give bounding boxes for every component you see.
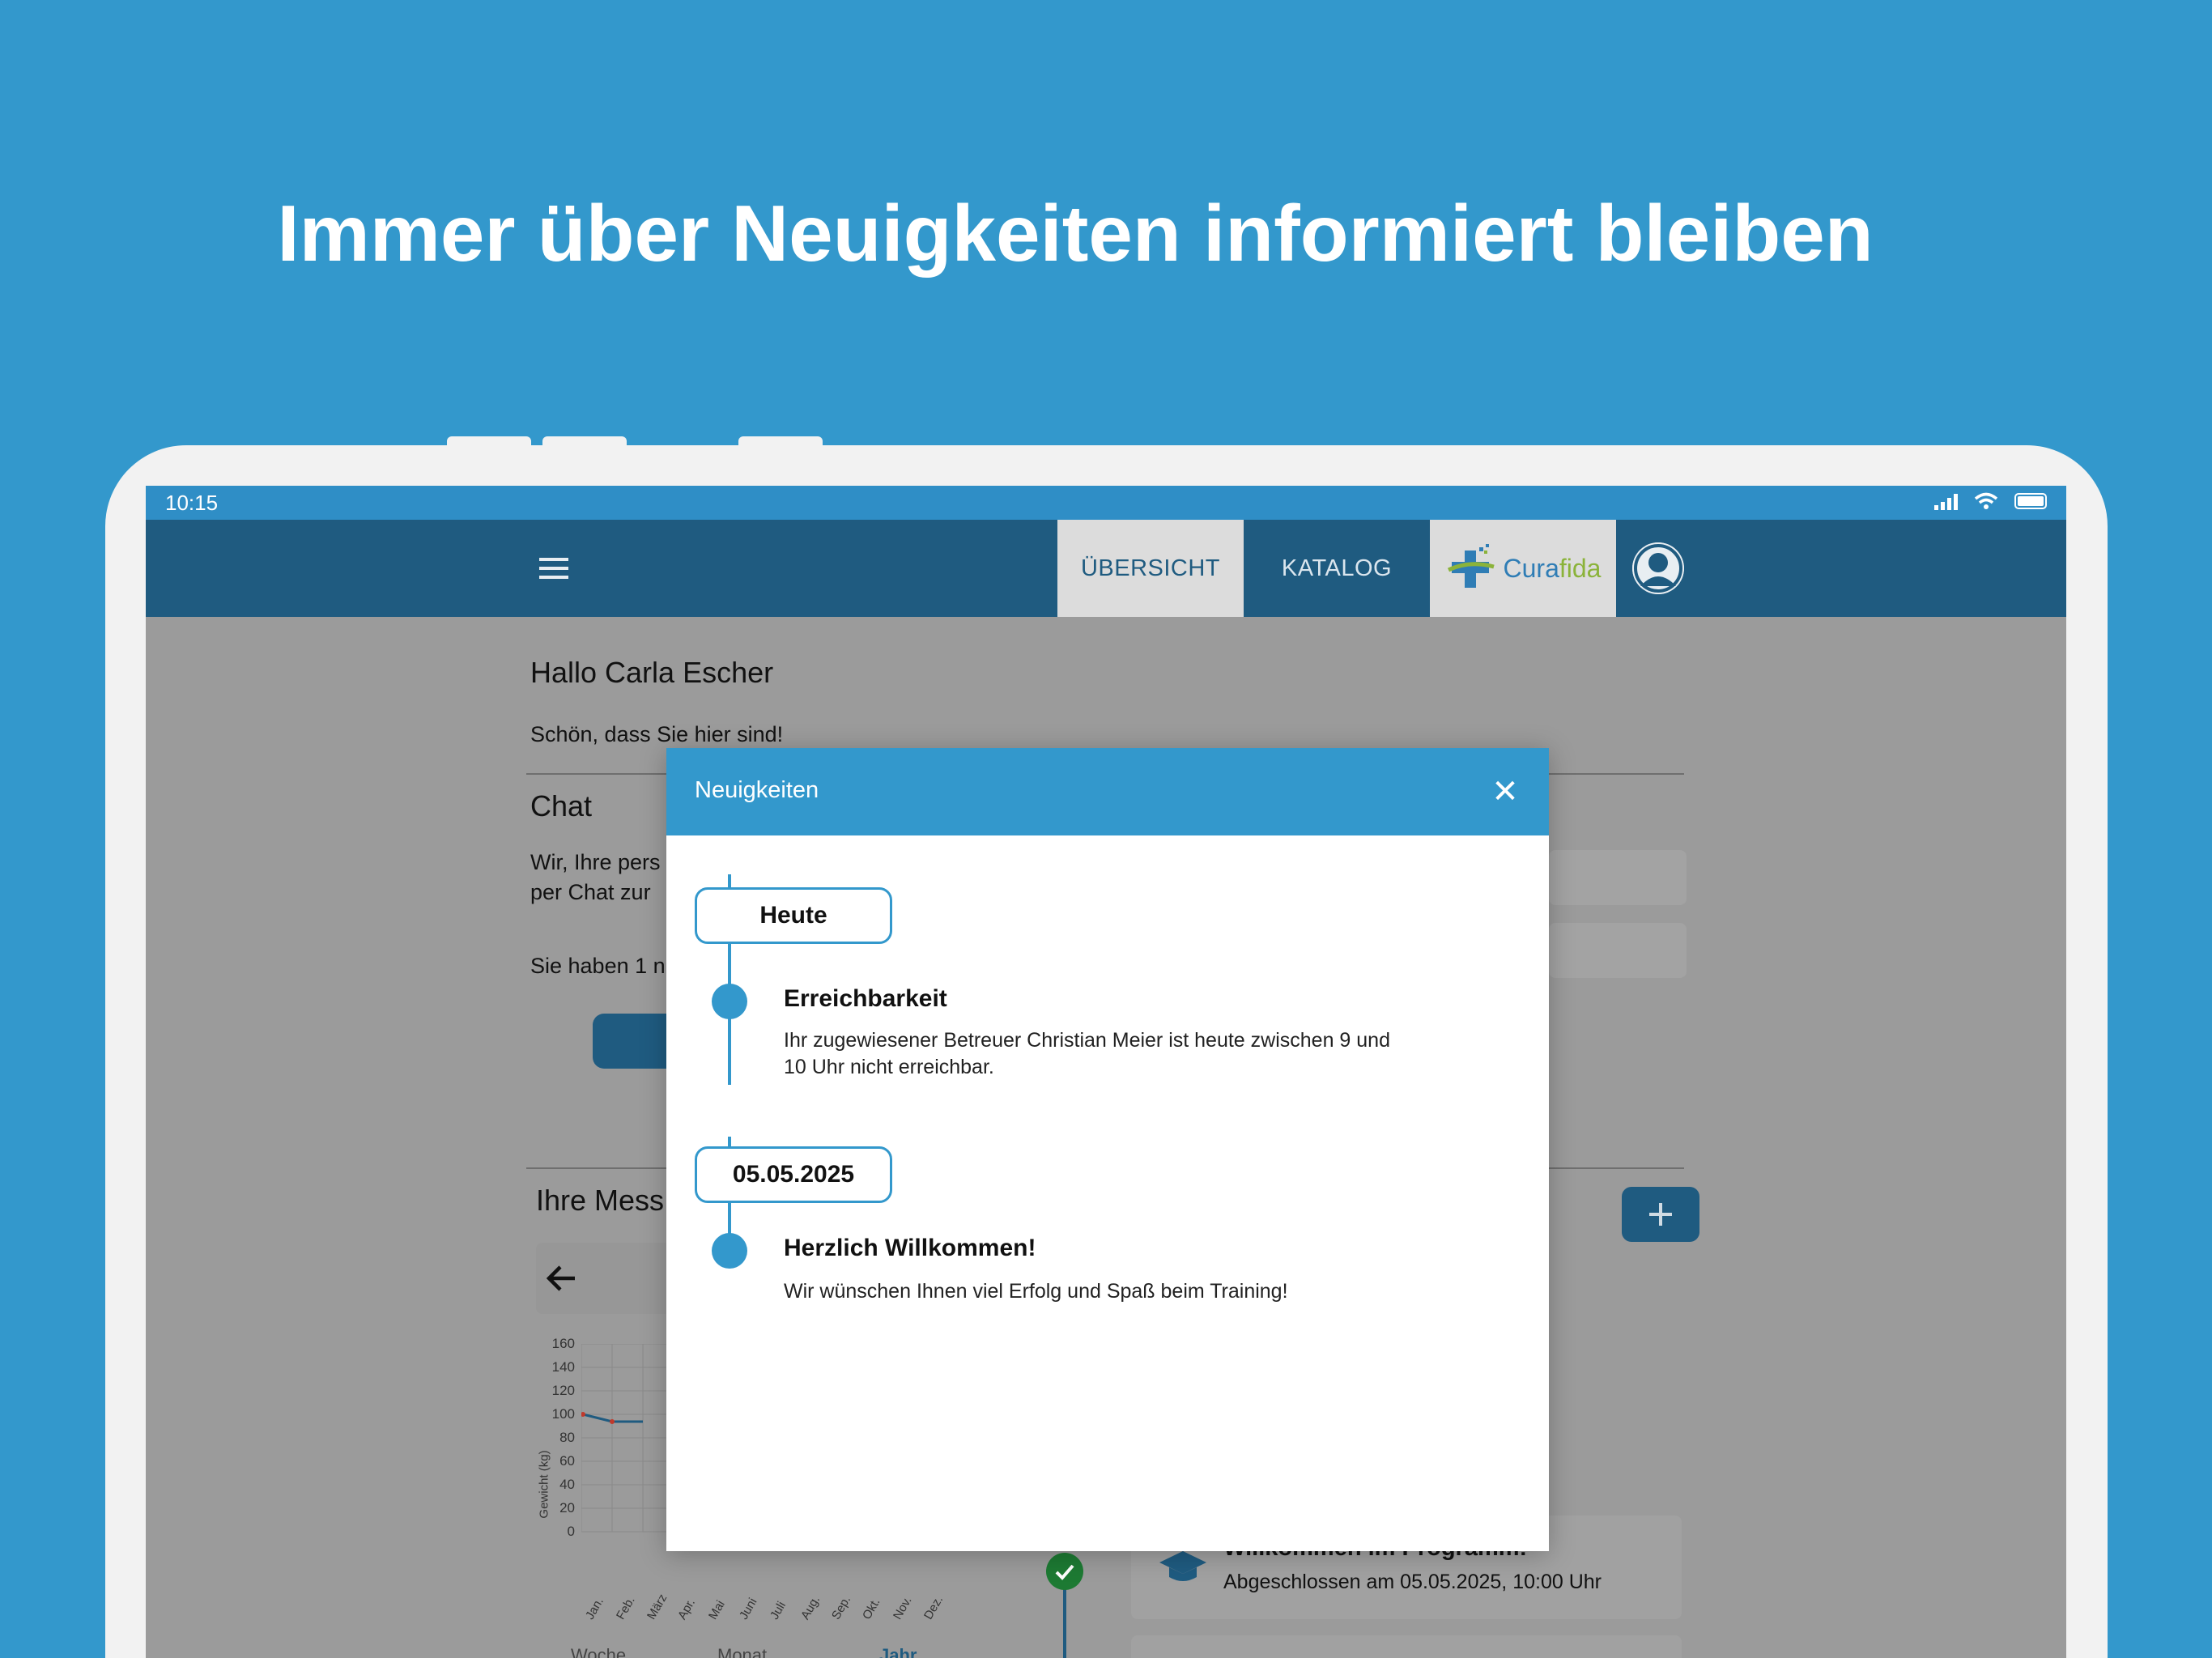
status-time: 10:15 <box>165 491 219 515</box>
progress-timeline-line <box>1063 1587 1066 1658</box>
x-tick-label: Nov. <box>891 1594 915 1622</box>
y-tick-label: 100 <box>551 1406 575 1422</box>
y-tick-label: 40 <box>559 1477 575 1492</box>
chat-message-card <box>1549 850 1687 905</box>
news-entry-text: Ihr zugewiesener Betreuer Christian Meie… <box>784 1029 1390 1052</box>
milestone-subtitle: Abgeschlossen am 05.05.2025, 10:00 Uhr <box>1223 1571 1602 1593</box>
x-tick-label: Juli <box>768 1599 789 1622</box>
period-tab-year[interactable]: Jahr <box>879 1645 917 1658</box>
timeline-dot <box>712 1233 747 1269</box>
y-tick-label: 140 <box>551 1359 575 1375</box>
x-tick-label: Dez. <box>921 1593 946 1622</box>
user-avatar-icon[interactable] <box>1632 542 1684 594</box>
close-icon[interactable]: ✕ <box>1486 772 1525 811</box>
x-tick-label: Feb. <box>614 1594 638 1622</box>
tab-catalog[interactable]: KATALOG <box>1244 520 1430 617</box>
news-entry-text: 10 Uhr nicht erreichbar. <box>784 1056 994 1078</box>
brand-logo[interactable]: Curafida <box>1430 520 1616 617</box>
greeting-subtitle: Schön, dass Sie hier sind! <box>530 722 784 746</box>
timeline-dot <box>712 984 747 1019</box>
dialog-title: Neuigkeiten <box>695 777 819 803</box>
milestone-card[interactable] <box>1131 1635 1682 1658</box>
period-tab-month[interactable]: Monat <box>717 1645 767 1658</box>
x-tick-label: März <box>644 1592 670 1622</box>
x-tick-label: Sep. <box>829 1593 854 1622</box>
chat-text-line: Wir, Ihre pers <box>530 850 661 874</box>
timeline-date-label: Heute <box>695 887 892 944</box>
graduation-cap-icon <box>1159 1551 1206 1581</box>
menu-icon[interactable] <box>539 558 568 579</box>
signal-icon <box>1934 492 1958 510</box>
plus-icon <box>1649 1203 1672 1226</box>
news-entry-title: Herzlich Willkommen! <box>784 1235 1036 1261</box>
x-tick-label: Okt. <box>860 1596 883 1622</box>
y-tick-label: 160 <box>551 1336 575 1351</box>
add-measurement-button[interactable] <box>1622 1187 1699 1242</box>
y-tick-label: 20 <box>559 1500 575 1516</box>
chat-message-card <box>1549 923 1687 978</box>
chat-heading: Chat <box>530 789 593 823</box>
status-bar: 10:15 <box>146 486 2066 520</box>
y-tick-label: 0 <box>567 1524 575 1539</box>
chat-unread-text: Sie haben 1 n <box>530 954 666 978</box>
x-tick-label: Aug. <box>798 1593 823 1622</box>
top-navigation: ÜBERSICHT KATALOG Curafida <box>146 520 2066 617</box>
x-tick-label: Apr. <box>675 1596 699 1622</box>
period-tab-week[interactable]: Woche <box>571 1645 626 1658</box>
news-dialog: Neuigkeiten ✕ Heute Erreichbarkeit Ihr z… <box>666 748 1549 1551</box>
wifi-icon <box>1974 492 1998 509</box>
y-tick-label: 60 <box>559 1453 575 1469</box>
dialog-header: Neuigkeiten ✕ <box>666 748 1549 835</box>
x-tick-label: Jan. <box>583 1595 606 1622</box>
news-entry-text: Wir wünschen Ihnen viel Erfolg und Spaß … <box>784 1280 1288 1303</box>
y-tick-label: 120 <box>551 1383 575 1398</box>
news-entry-title: Erreichbarkeit <box>784 985 947 1012</box>
battery-icon <box>2014 493 2047 509</box>
check-icon <box>1046 1553 1083 1590</box>
curafida-cross-icon <box>1447 544 1495 588</box>
x-tick-label: Mai <box>706 1598 728 1622</box>
y-tick-label: 80 <box>559 1430 575 1445</box>
back-arrow-icon[interactable] <box>542 1259 581 1298</box>
x-tick-label: Juni <box>737 1596 760 1622</box>
greeting-heading: Hallo Carla Escher <box>530 656 774 689</box>
timeline-date-label: 05.05.2025 <box>695 1146 892 1203</box>
measurements-heading: Ihre Mess <box>536 1184 665 1217</box>
chat-text-line: per Chat zur <box>530 880 651 904</box>
headline: Immer über Neuigkeiten informiert bleibe… <box>277 189 1874 278</box>
brand-name: Curafida <box>1503 553 1602 583</box>
tab-overview[interactable]: ÜBERSICHT <box>1057 520 1244 617</box>
